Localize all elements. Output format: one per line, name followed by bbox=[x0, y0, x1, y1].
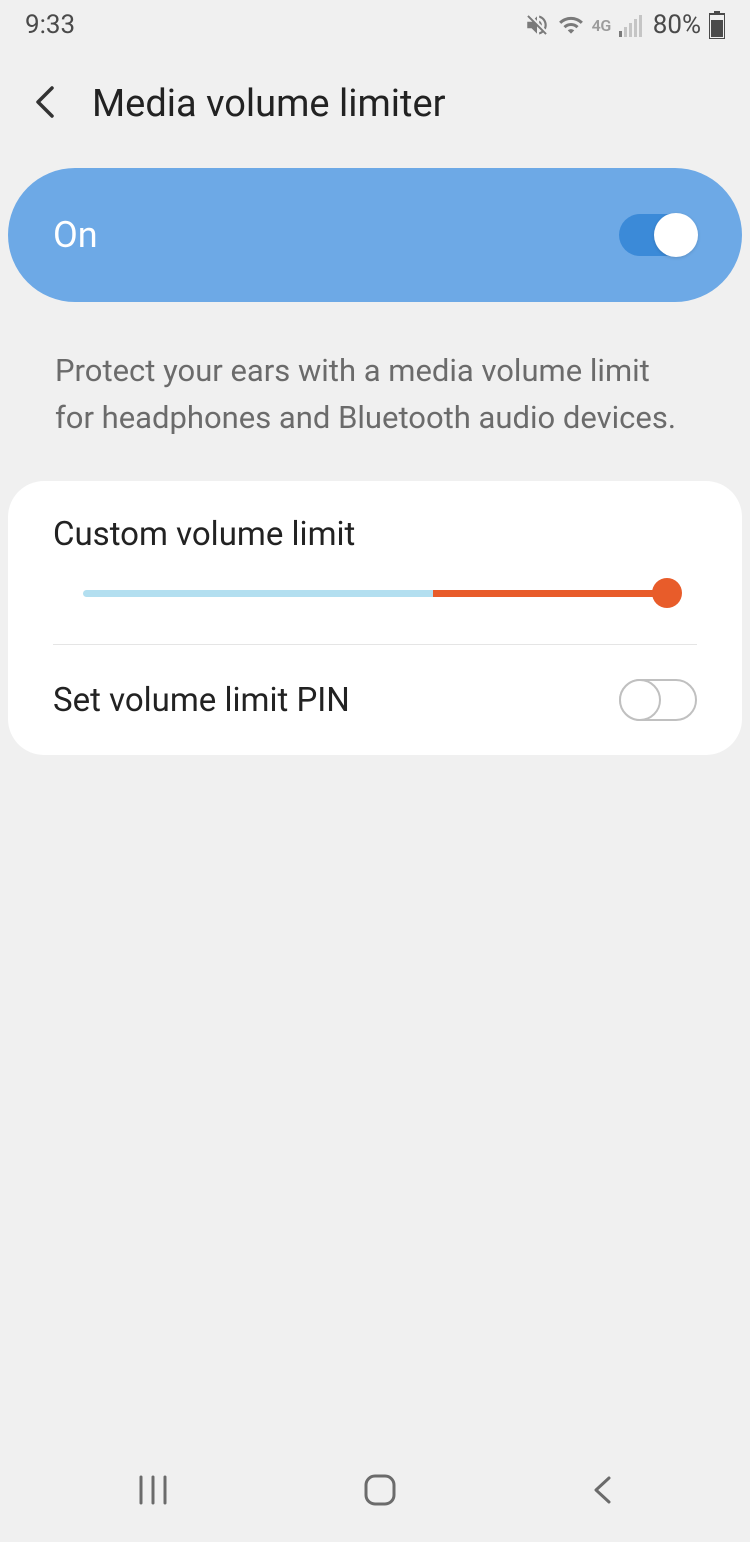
volume-slider[interactable] bbox=[83, 578, 667, 608]
settings-card: Custom volume limit Set volume limit PIN bbox=[8, 481, 742, 755]
status-bar: 9:33 4G 80% bbox=[0, 0, 750, 50]
nav-back-button[interactable] bbox=[551, 1465, 653, 1519]
status-icons: 4G 80% bbox=[524, 10, 725, 40]
pin-toggle-switch[interactable] bbox=[619, 679, 697, 721]
master-toggle-switch[interactable] bbox=[619, 214, 697, 256]
chevron-left-icon bbox=[32, 84, 60, 120]
master-toggle-label: On bbox=[53, 214, 98, 256]
pin-toggle-label: Set volume limit PIN bbox=[53, 681, 350, 720]
signal-icon bbox=[619, 13, 645, 37]
status-time: 9:33 bbox=[25, 10, 75, 40]
wifi-icon bbox=[558, 12, 584, 38]
page-title: Media volume limiter bbox=[92, 82, 446, 126]
custom-volume-title: Custom volume limit bbox=[53, 515, 697, 554]
feature-description: Protect your ears with a media volume li… bbox=[0, 302, 750, 481]
master-toggle-card[interactable]: On bbox=[8, 168, 742, 302]
page-header: Media volume limiter bbox=[0, 50, 750, 168]
slider-track-warn bbox=[433, 590, 667, 597]
navigation-bar bbox=[0, 1462, 750, 1542]
slider-thumb[interactable] bbox=[652, 578, 682, 608]
network-label: 4G bbox=[592, 16, 611, 35]
back-button[interactable] bbox=[28, 80, 64, 128]
chevron-left-icon bbox=[591, 1475, 613, 1505]
custom-volume-section: Custom volume limit bbox=[8, 481, 742, 644]
battery-icon bbox=[709, 11, 725, 39]
recents-button[interactable] bbox=[97, 1465, 209, 1519]
pin-toggle-row[interactable]: Set volume limit PIN bbox=[8, 645, 742, 755]
slider-track-safe bbox=[83, 590, 433, 597]
recents-icon bbox=[137, 1475, 169, 1505]
home-button[interactable] bbox=[323, 1463, 437, 1521]
battery-percent: 80% bbox=[653, 10, 701, 40]
home-icon bbox=[363, 1473, 397, 1507]
mute-icon bbox=[524, 12, 550, 38]
